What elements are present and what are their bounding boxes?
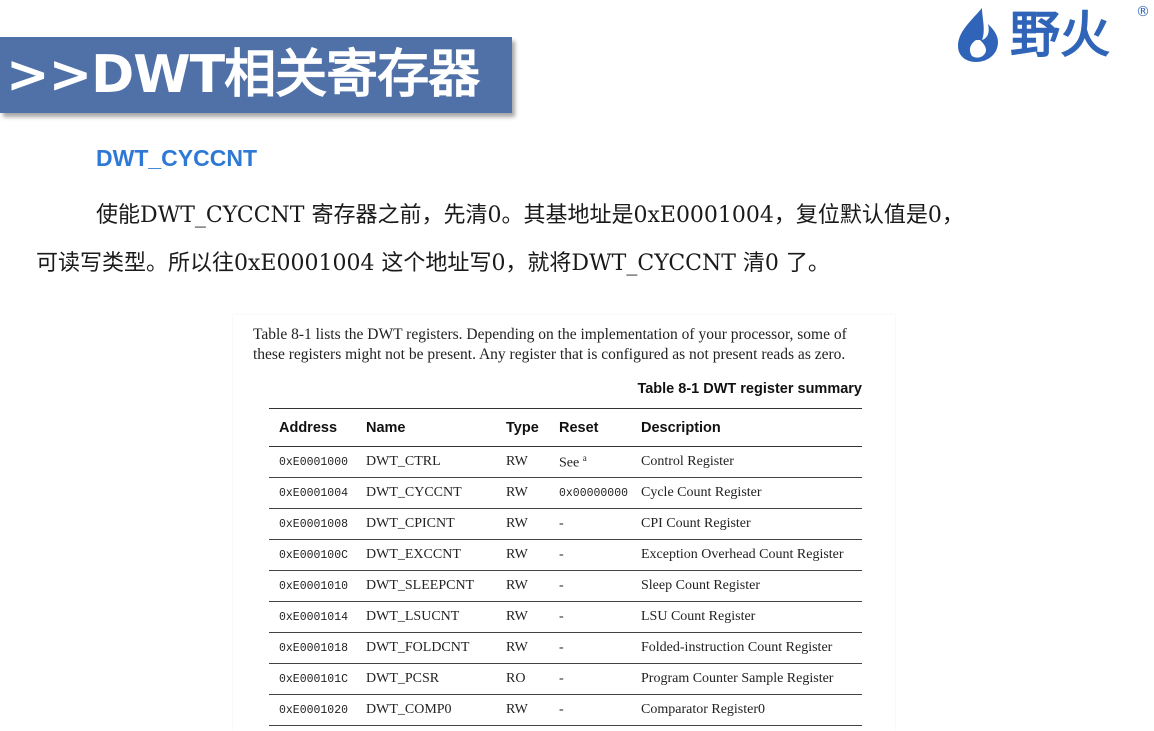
cell-name: DWT_FOLDCNT xyxy=(356,632,496,664)
cell-address: 0xE0001014 xyxy=(269,601,356,633)
cell-reset: - xyxy=(549,508,631,540)
cell-reset: 0x00000000 xyxy=(549,477,631,509)
title-banner: >>DWT相关寄存器 xyxy=(0,37,512,113)
cell-description: Control Register xyxy=(631,446,862,478)
cell-type: RO xyxy=(496,663,549,695)
intro-line-1: Table 8-1 lists the DWT registers. Depen… xyxy=(253,326,847,343)
table-row: 0xE0001020 DWT_COMP0 RW - Comparator Reg… xyxy=(269,694,862,726)
cell-description: Exception Overhead Count Register xyxy=(631,539,862,571)
cell-reset: - xyxy=(549,694,631,726)
table-row: 0xE0001014 DWT_LSUCNT RW - LSU Count Reg… xyxy=(269,601,862,633)
cell-name: DWT_CPICNT xyxy=(356,508,496,540)
cell-type: RW xyxy=(496,477,549,509)
cell-name: DWT_LSUCNT xyxy=(356,601,496,633)
table-row: 0xE0001010 DWT_SLEEPCNT RW - Sleep Count… xyxy=(269,570,862,602)
table-row: 0xE000100C DWT_EXCCNT RW - Exception Ove… xyxy=(269,539,862,571)
cell-description: Folded-instruction Count Register xyxy=(631,632,862,664)
cell-name: DWT_SLEEPCNT xyxy=(356,570,496,602)
cell-name: DWT_COMP0 xyxy=(356,694,496,726)
cell-name: DWT_CTRL xyxy=(356,446,496,478)
cell-address: 0xE000101C xyxy=(269,663,356,695)
cell-reset: - xyxy=(549,632,631,664)
table-row: 0xE0001008 DWT_CPICNT RW - CPI Count Reg… xyxy=(269,508,862,540)
cell-description: Comparator Register0 xyxy=(631,694,862,726)
register-table: Address Name Type Reset Description 0xE0… xyxy=(269,408,862,726)
cell-address: 0xE0001008 xyxy=(269,508,356,540)
cell-address: 0xE0001010 xyxy=(269,570,356,602)
cell-type: RW xyxy=(496,539,549,571)
flame-icon xyxy=(958,8,998,62)
cell-type: RW xyxy=(496,601,549,633)
section-heading: DWT_CYCCNT xyxy=(96,145,257,171)
column-header-description: Description xyxy=(631,408,862,447)
cell-reset: See a xyxy=(549,446,631,478)
cell-type: RW xyxy=(496,570,549,602)
cell-name: DWT_CYCCNT xyxy=(356,477,496,509)
table-header-row: Address Name Type Reset Description xyxy=(269,408,862,447)
table-row: 0xE0001004 DWT_CYCCNT RW 0x00000000 Cycl… xyxy=(269,477,862,509)
cell-name: DWT_EXCCNT xyxy=(356,539,496,571)
intro-text: Table 8-1 lists the DWT registers. Depen… xyxy=(253,325,878,365)
logo: 野火 ® xyxy=(952,2,1152,68)
cell-name: DWT_PCSR xyxy=(356,663,496,695)
table-row: 0xE0001000 DWT_CTRL RW See a Control Reg… xyxy=(269,446,862,478)
description-paragraph: 使能DWT_CYCCNT 寄存器之前，先清0。其基地址是0xE0001004，复… xyxy=(36,192,1136,288)
paragraph-line-1: 使能DWT_CYCCNT 寄存器之前，先清0。其基地址是0xE0001004，复… xyxy=(96,203,964,228)
paragraph-line-2: 可读写类型。所以往0xE0001004 这个地址写0，就将DWT_CYCCNT … xyxy=(36,251,830,276)
cell-address: 0xE0001000 xyxy=(269,446,356,478)
cell-reset: - xyxy=(549,663,631,695)
cell-type: RW xyxy=(496,632,549,664)
cell-reset: - xyxy=(549,570,631,602)
cell-description: Program Counter Sample Register xyxy=(631,663,862,695)
cell-description: Sleep Count Register xyxy=(631,570,862,602)
column-header-address: Address xyxy=(269,408,356,447)
intro-line-2: these registers might not be present. An… xyxy=(253,346,846,363)
cell-address: 0xE0001004 xyxy=(269,477,356,509)
cell-description: Cycle Count Register xyxy=(631,477,862,509)
column-header-name: Name xyxy=(356,408,496,447)
page-title: >>DWT相关寄存器 xyxy=(6,45,480,105)
table-row: 0xE000101C DWT_PCSR RO - Program Counter… xyxy=(269,663,862,695)
cell-type: RW xyxy=(496,446,549,478)
column-header-type: Type xyxy=(496,408,549,447)
cell-reset: - xyxy=(549,539,631,571)
footnote-marker: a xyxy=(582,452,587,463)
registered-mark: ® xyxy=(1136,4,1150,20)
cell-address: 0xE0001020 xyxy=(269,694,356,726)
manual-excerpt: Table 8-1 lists the DWT registers. Depen… xyxy=(233,315,895,731)
cell-address: 0xE000100C xyxy=(269,539,356,571)
column-header-reset: Reset xyxy=(549,408,631,447)
cell-type: RW xyxy=(496,508,549,540)
cell-reset: - xyxy=(549,601,631,633)
table-row: 0xE0001018 DWT_FOLDCNT RW - Folded-instr… xyxy=(269,632,862,664)
cell-description: LSU Count Register xyxy=(631,601,862,633)
cell-type: RW xyxy=(496,694,549,726)
cell-description: CPI Count Register xyxy=(631,508,862,540)
cell-address: 0xE0001018 xyxy=(269,632,356,664)
logo-text: 野火 xyxy=(1010,6,1110,64)
table-caption: Table 8-1 DWT register summary xyxy=(637,381,862,397)
